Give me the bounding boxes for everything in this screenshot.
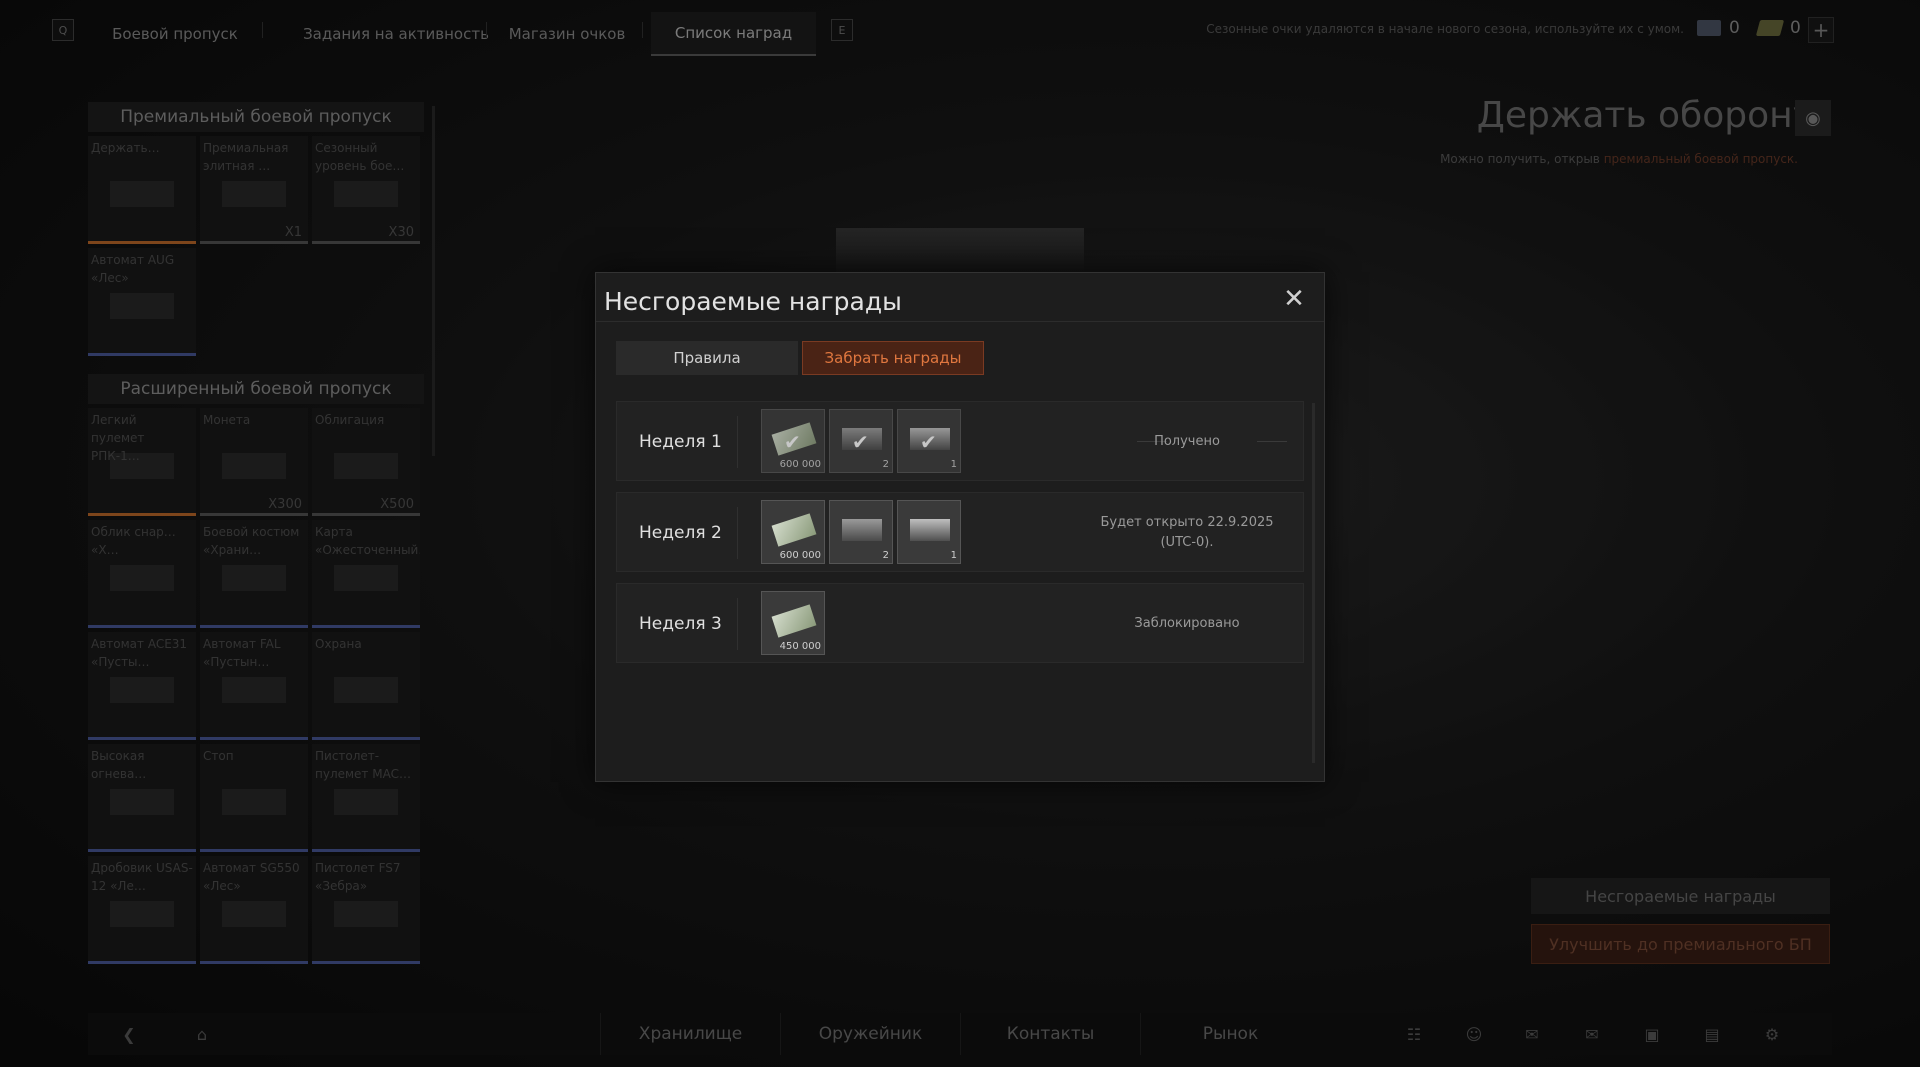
reward-quantity: 600 000: [779, 550, 821, 561]
week-row: Неделя 2 600 000 2 1 Будет открыто 22.9.2025…: [616, 492, 1304, 572]
money-icon: [771, 513, 817, 547]
week-reward-item[interactable]: ✔ 1: [897, 409, 961, 473]
week-row: Неделя 3 450 000 Заблокировано: [616, 583, 1304, 663]
reward-quantity: 2: [882, 459, 889, 470]
claimed-check-icon: ✔: [920, 430, 937, 454]
week-reward-item[interactable]: 2: [829, 500, 893, 564]
week-status: Получено: [1154, 434, 1220, 449]
week-reward-item[interactable]: 1: [897, 500, 961, 564]
dialog-title: Несгораемые награды: [604, 287, 902, 316]
week-reward-item[interactable]: ✔ 2: [829, 409, 893, 473]
money-icon: [771, 604, 817, 638]
week-divider: [737, 598, 738, 650]
unburnable-rewards-dialog: Несгораемые награды ✕ Правила Забрать на…: [595, 272, 1325, 782]
reward-quantity: 450 000: [779, 641, 821, 652]
dialog-divider: [596, 321, 1324, 322]
week-status: Заблокировано: [1134, 616, 1240, 631]
reward-quantity: 1: [950, 550, 957, 561]
week-divider: [737, 416, 738, 468]
week-reward-item[interactable]: 450 000: [761, 591, 825, 655]
week-row: Неделя 1 ✔ 600 000 ✔ 2 ✔ 1 Получено: [616, 401, 1304, 481]
week-status: Будет открыто 22.9.2025 (UTC-0).: [1100, 515, 1274, 550]
claimed-check-icon: ✔: [784, 430, 801, 454]
week-reward-item[interactable]: ✔ 600 000: [761, 409, 825, 473]
close-icon[interactable]: ✕: [1280, 285, 1308, 313]
week-label: Неделя 1: [639, 432, 722, 452]
week-label: Неделя 2: [639, 523, 722, 543]
rules-tab-button[interactable]: Правила: [616, 341, 798, 375]
reward-quantity: 1: [950, 459, 957, 470]
dialog-scrollbar[interactable]: [1312, 403, 1315, 763]
reward-quantity: 600 000: [779, 459, 821, 470]
box-icon: [842, 519, 882, 541]
game-screen: Q Боевой пропуск Задания на активность М…: [0, 0, 1920, 1067]
reward-quantity: 2: [882, 550, 889, 561]
week-label: Неделя 3: [639, 614, 722, 634]
claimed-check-icon: ✔: [852, 430, 869, 454]
claim-rewards-button[interactable]: Забрать награды: [802, 341, 984, 375]
chest-icon: [910, 519, 950, 541]
week-reward-item[interactable]: 600 000: [761, 500, 825, 564]
week-divider: [737, 507, 738, 559]
